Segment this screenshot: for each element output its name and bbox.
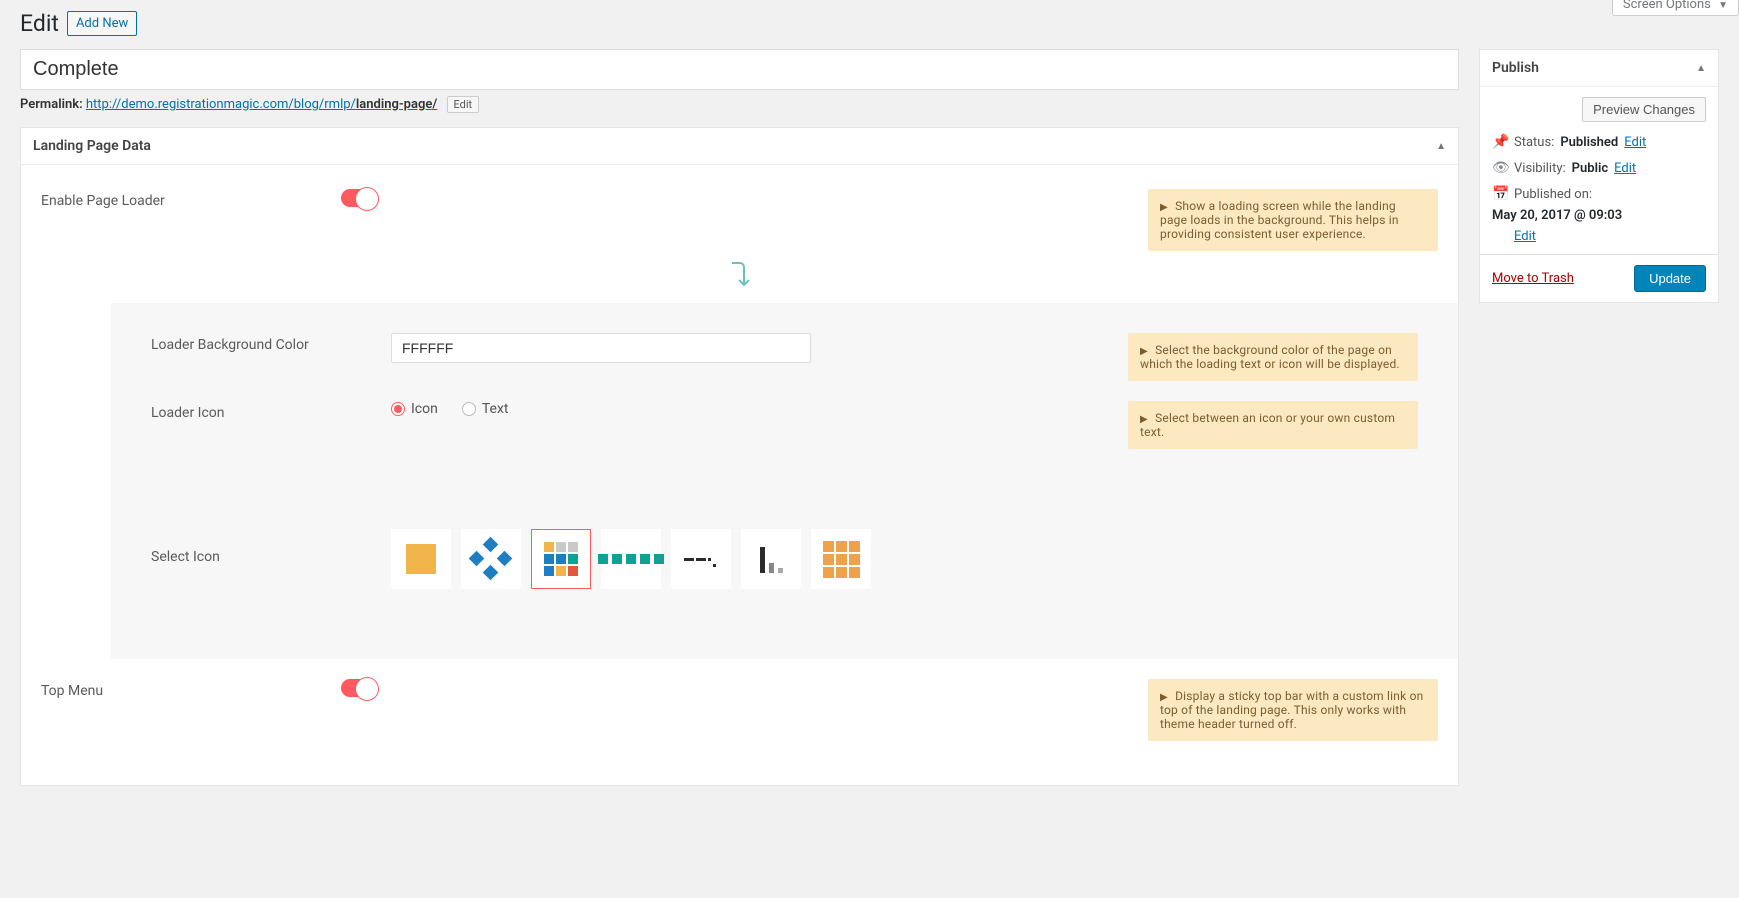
loader-bg-label: Loader Background Color (151, 333, 391, 353)
caret-right-icon: ▶ (1140, 346, 1148, 357)
square-icon (406, 544, 436, 574)
edit-visibility-link[interactable]: Edit (1614, 161, 1636, 176)
add-new-button[interactable]: Add New (67, 11, 137, 36)
icon-picker (391, 489, 1418, 599)
visibility-row: 👁 Visibility: Public Edit (1492, 160, 1706, 176)
post-title-input[interactable] (20, 49, 1459, 90)
grid-icon (544, 542, 578, 576)
bars-icon (760, 545, 783, 573)
edit-status-link[interactable]: Edit (1624, 135, 1646, 150)
dots-icon (598, 554, 664, 564)
loader-bg-input[interactable] (391, 333, 811, 363)
loader-icon-option-morse[interactable] (671, 529, 731, 589)
caret-right-icon: ▶ (1160, 202, 1168, 213)
radio-dot-icon (391, 402, 405, 416)
loader-icon-option-dots[interactable] (601, 529, 661, 589)
edit-slug-button[interactable]: Edit (447, 96, 480, 113)
loader-icon-label: Loader Icon (151, 401, 391, 421)
caret-up-icon: ▲ (1696, 63, 1706, 74)
hint-enable-loader: ▶ Show a loading screen while the landin… (1148, 189, 1438, 251)
move-to-trash-link[interactable]: Move to Trash (1492, 271, 1574, 286)
enable-page-loader-label: Enable Page Loader (41, 189, 341, 209)
chevron-down-icon: ▼ (1718, 0, 1728, 11)
loader-icon-option-bars[interactable] (741, 529, 801, 589)
publish-title: Publish (1492, 60, 1539, 76)
radio-dot-icon (462, 402, 476, 416)
enable-page-loader-toggle[interactable] (341, 189, 377, 207)
arrow-down-icon (41, 261, 1438, 297)
permalink-row: Permalink: http://demo.registrationmagic… (20, 96, 1459, 113)
morse-icon (684, 552, 718, 567)
publish-header[interactable]: Publish ▲ (1480, 50, 1718, 87)
page-heading: Edit (20, 10, 59, 37)
caret-right-icon: ▶ (1160, 692, 1168, 703)
loader-type-text-radio[interactable]: Text (462, 401, 509, 417)
permalink-link[interactable]: http://demo.registrationmagic.com/blog/r… (86, 97, 437, 112)
edit-date-link[interactable]: Edit (1514, 229, 1706, 244)
loader-icon-option-square[interactable] (391, 529, 451, 589)
eye-icon: 👁 (1492, 160, 1508, 176)
hint-top-menu: ▶ Display a sticky top bar with a custom… (1148, 679, 1438, 741)
publish-metabox: Publish ▲ Preview Changes 📌 Status: Publ… (1479, 49, 1719, 303)
metabox-title: Landing Page Data (33, 138, 151, 154)
loader-subpanel: Loader Background Color ▶ Select the bac… (111, 303, 1458, 659)
calendar-icon: 📅 (1492, 186, 1508, 202)
metabox-header[interactable]: Landing Page Data ▲ (21, 128, 1458, 165)
published-row: 📅 Published on: May 20, 2017 @ 09:03 Edi… (1492, 186, 1706, 244)
preview-changes-button[interactable]: Preview Changes (1582, 97, 1706, 122)
permalink-label: Permalink: (20, 97, 83, 112)
diamonds-icon (471, 539, 511, 579)
top-menu-label: Top Menu (41, 679, 341, 699)
select-icon-label: Select Icon (151, 489, 391, 565)
grid2-icon (823, 541, 860, 578)
hint-loader-icon: ▶ Select between an icon or your own cus… (1128, 401, 1418, 449)
pin-icon: 📌 (1492, 134, 1508, 150)
loader-icon-option-grid[interactable] (531, 529, 591, 589)
caret-up-icon: ▲ (1436, 141, 1446, 152)
landing-page-data-metabox: Landing Page Data ▲ Enable Page Loader ▶… (20, 127, 1459, 786)
hint-loader-bg: ▶ Select the background color of the pag… (1128, 333, 1418, 381)
loader-type-icon-radio[interactable]: Icon (391, 401, 438, 417)
caret-right-icon: ▶ (1140, 414, 1148, 425)
update-button[interactable]: Update (1634, 265, 1706, 292)
top-menu-toggle[interactable] (341, 679, 377, 697)
loader-icon-option-grid2[interactable] (811, 529, 871, 589)
loader-icon-option-diamonds[interactable] (461, 529, 521, 589)
status-row: 📌 Status: Published Edit (1492, 134, 1706, 150)
